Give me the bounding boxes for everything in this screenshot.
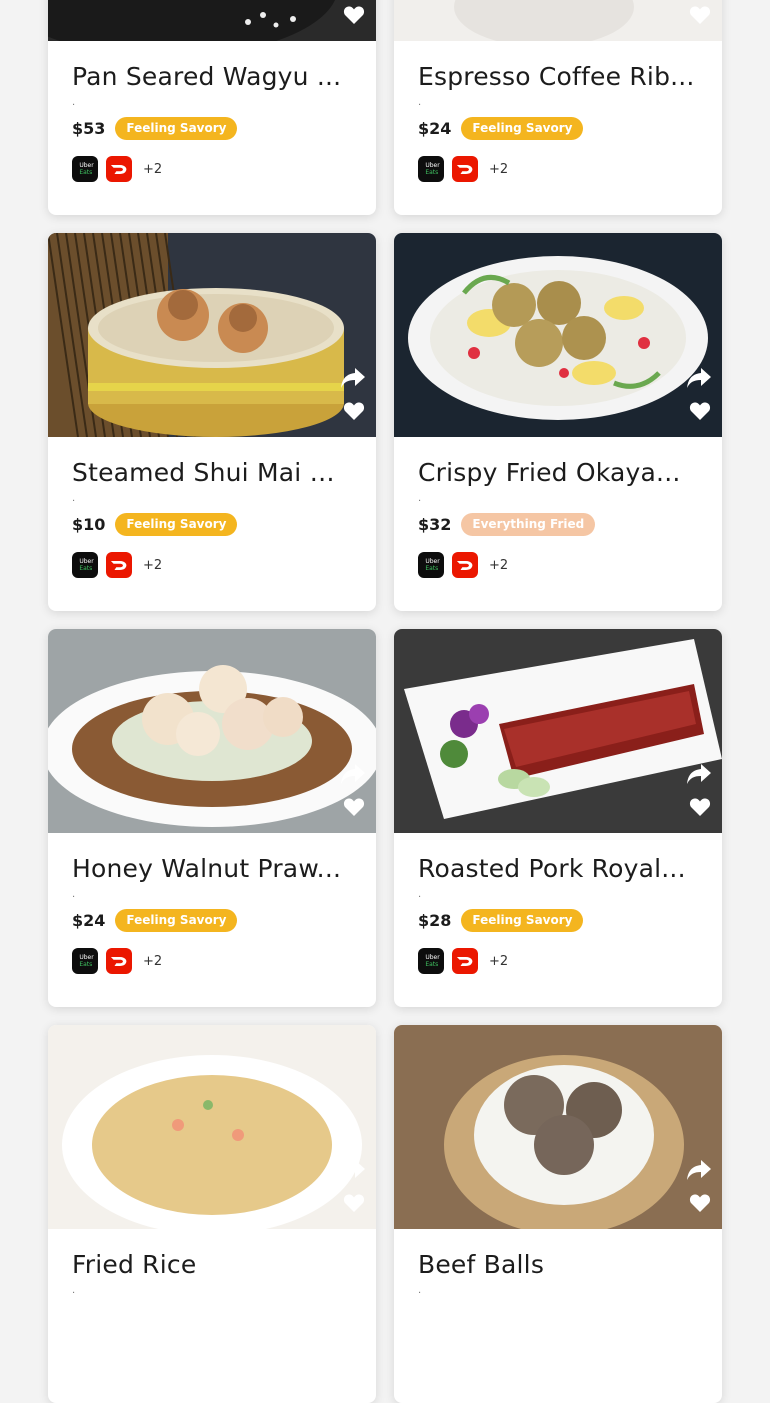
dish-description: . (418, 97, 422, 108)
price-row: $24 Feeling Savory (72, 908, 352, 932)
menu-item-card[interactable]: Espresso Coffee Rib.... $24 Feeling Savory… (394, 0, 722, 215)
uber-eats-icon[interactable]: Uber Eats (72, 156, 98, 182)
heart-icon[interactable] (689, 1193, 711, 1213)
price-row: $53 Feeling Savory (72, 116, 352, 140)
dish-price: $10 (72, 514, 106, 534)
dish-price: $53 (72, 118, 106, 138)
dish-description: . (72, 493, 76, 504)
price-row: $10 Feeling Savory (72, 512, 352, 536)
uber-eats-icon[interactable]: Uber Eats (418, 156, 444, 182)
share-icon[interactable] (686, 366, 712, 390)
category-tag[interactable]: Feeling Savory (115, 116, 238, 140)
fried-fish-plate-photo (394, 233, 722, 437)
category-tag[interactable]: Feeling Savory (461, 116, 584, 140)
menu-item-card[interactable]: Roasted Pork Royal.... $28 Feeling Savory U… (394, 629, 722, 1007)
category-tag[interactable]: Feeling Savory (461, 908, 584, 932)
heart-icon[interactable] (343, 1193, 365, 1213)
share-icon[interactable] (340, 762, 366, 786)
dish-title[interactable]: Roasted Pork Royal... (418, 852, 698, 886)
dish-photo[interactable] (394, 1025, 722, 1229)
shui-mai-basket-photo (48, 233, 376, 437)
delivery-apps: Uber Eats +2 (418, 156, 698, 182)
dish-photo[interactable] (48, 1025, 376, 1229)
menu-item-card[interactable]: Crispy Fried Okaya.... $32 Everything Frie… (394, 233, 722, 611)
dish-description: . (72, 97, 76, 108)
menu-item-card[interactable]: Steamed Shui Mai w.... $10 Feeling Savory U… (48, 233, 376, 611)
dish-title[interactable]: Crispy Fried Okaya... (418, 456, 698, 490)
dish-description: . (72, 889, 76, 900)
dish-photo[interactable] (48, 629, 376, 833)
category-tag[interactable]: Feeling Savory (115, 908, 238, 932)
uber-eats-icon[interactable]: Uber Eats (418, 948, 444, 974)
category-tag[interactable]: Everything Fried (461, 512, 596, 536)
dish-description: . (418, 889, 422, 900)
fried-rice-photo (48, 1025, 376, 1229)
share-icon[interactable] (686, 1158, 712, 1182)
menu-item-grid: Pan Seared Wagyu .... $53 Feeling Savory Ub… (48, 0, 722, 1403)
heart-icon[interactable] (343, 797, 365, 817)
doordash-icon[interactable] (452, 156, 478, 182)
more-apps-count[interactable]: +2 (143, 954, 162, 969)
menu-item-card[interactable]: Fried Rice. (48, 1025, 376, 1403)
doordash-icon[interactable] (452, 948, 478, 974)
dish-photo[interactable] (48, 233, 376, 437)
coffee-ribs-photo (394, 0, 722, 41)
delivery-apps: Uber Eats +2 (72, 948, 352, 974)
dish-title[interactable]: Pan Seared Wagyu ... (72, 60, 352, 94)
menu-item-card[interactable]: Honey Walnut Praw.... $24 Feeling Savory Ub… (48, 629, 376, 1007)
roast-pork-plate-photo (394, 629, 722, 833)
more-apps-count[interactable]: +2 (489, 954, 508, 969)
uber-eats-icon[interactable]: Uber Eats (72, 948, 98, 974)
dish-title[interactable]: Honey Walnut Praw... (72, 852, 352, 886)
price-row (72, 1304, 352, 1328)
doordash-icon[interactable] (452, 552, 478, 578)
doordash-icon[interactable] (106, 156, 132, 182)
walnut-prawn-plate-photo (48, 629, 376, 833)
dish-title[interactable]: Steamed Shui Mai w... (72, 456, 352, 490)
price-row: $28 Feeling Savory (418, 908, 698, 932)
dish-price: $24 (72, 910, 106, 930)
more-apps-count[interactable]: +2 (143, 558, 162, 573)
dish-photo[interactable] (394, 629, 722, 833)
more-apps-count[interactable]: +2 (489, 162, 508, 177)
dish-title[interactable]: Espresso Coffee Rib... (418, 60, 698, 94)
price-row (418, 1304, 698, 1328)
dish-title[interactable]: Beef Balls (418, 1248, 698, 1282)
menu-item-card[interactable]: Pan Seared Wagyu .... $53 Feeling Savory Ub… (48, 0, 376, 215)
heart-icon[interactable] (689, 401, 711, 421)
dish-price: $28 (418, 910, 452, 930)
more-apps-count[interactable]: +2 (489, 558, 508, 573)
heart-icon[interactable] (689, 5, 711, 25)
heart-icon[interactable] (343, 401, 365, 421)
dish-title[interactable]: Fried Rice (72, 1248, 352, 1282)
dish-description: . (72, 1285, 76, 1296)
uber-eats-icon[interactable]: Uber Eats (72, 552, 98, 578)
doordash-icon[interactable] (106, 552, 132, 578)
share-icon[interactable] (340, 1158, 366, 1182)
delivery-apps: Uber Eats +2 (418, 948, 698, 974)
price-row: $24 Feeling Savory (418, 116, 698, 140)
more-apps-count[interactable]: +2 (143, 162, 162, 177)
wagyu-dish-photo (48, 0, 376, 41)
doordash-icon[interactable] (106, 948, 132, 974)
dish-photo[interactable] (394, 0, 722, 41)
dish-description: . (418, 1285, 422, 1296)
uber-eats-icon[interactable]: Uber Eats (418, 552, 444, 578)
delivery-apps: Uber Eats +2 (72, 156, 352, 182)
share-icon[interactable] (686, 762, 712, 786)
menu-item-card[interactable]: Beef Balls. (394, 1025, 722, 1403)
dish-photo[interactable] (48, 0, 376, 41)
category-tag[interactable]: Feeling Savory (115, 512, 238, 536)
share-icon[interactable] (340, 366, 366, 390)
price-row: $32 Everything Fried (418, 512, 698, 536)
heart-icon[interactable] (689, 797, 711, 817)
dish-price: $32 (418, 514, 452, 534)
dish-price: $24 (418, 118, 452, 138)
dish-description: . (418, 493, 422, 504)
dish-photo[interactable] (394, 233, 722, 437)
heart-icon[interactable] (343, 5, 365, 25)
delivery-apps: Uber Eats +2 (418, 552, 698, 578)
delivery-apps: Uber Eats +2 (72, 552, 352, 578)
beef-balls-photo (394, 1025, 722, 1229)
